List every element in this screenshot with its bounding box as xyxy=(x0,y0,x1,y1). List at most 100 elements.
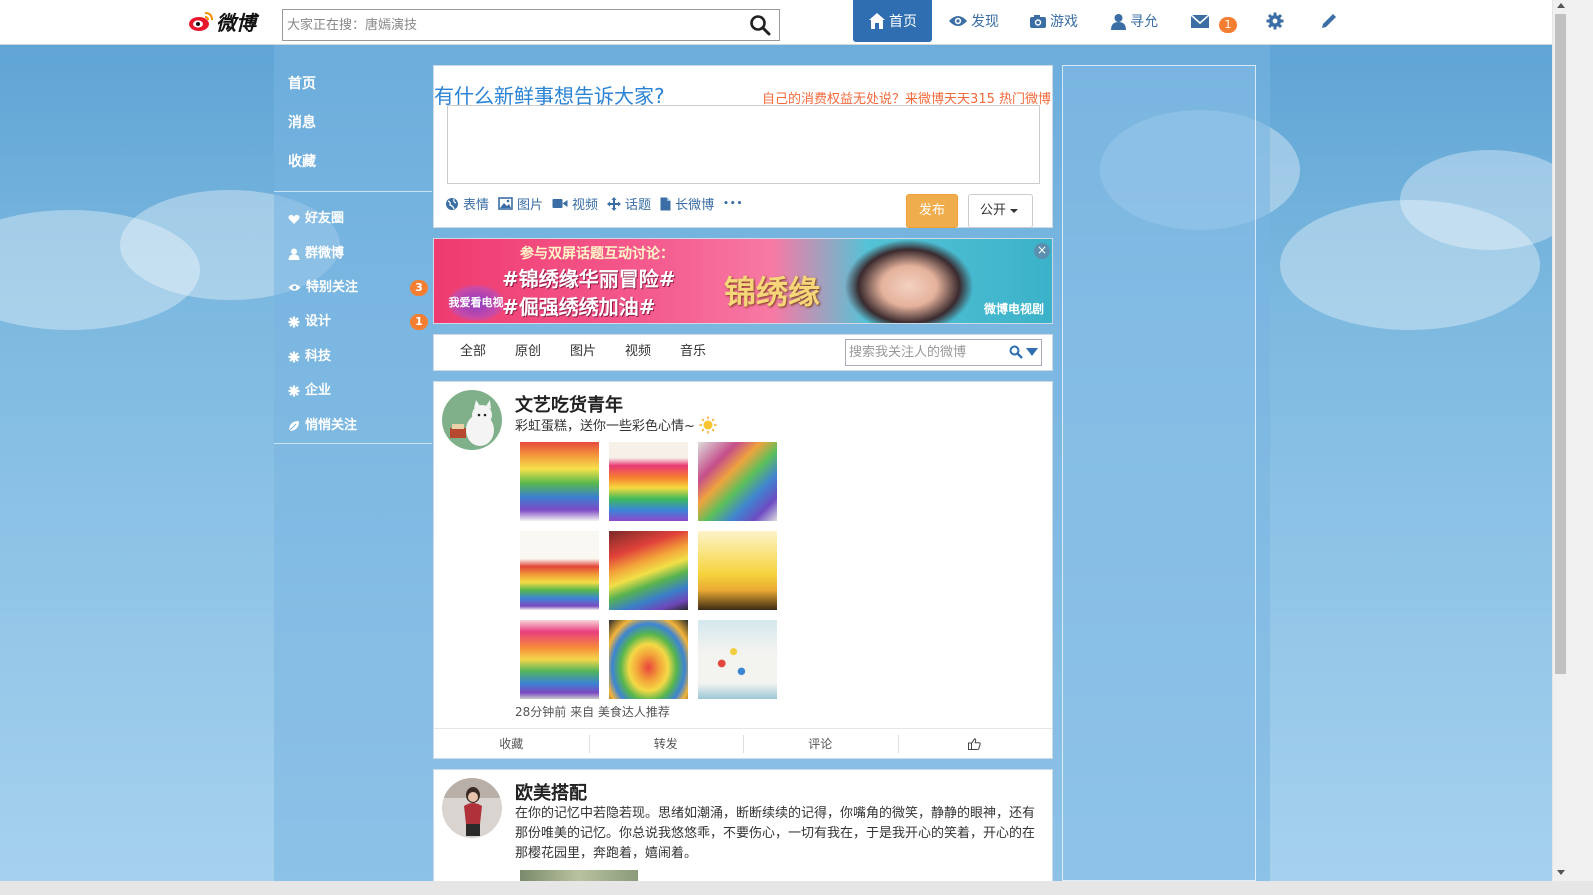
sidebar-item-special-follow[interactable]: 特别关注 3 xyxy=(274,271,432,305)
sidebar-item-tech[interactable]: 科技 xyxy=(274,340,432,374)
comment-button[interactable]: 评论 xyxy=(743,729,898,758)
tab-images[interactable]: 图片 xyxy=(570,335,596,370)
tool-long-weibo[interactable]: 长微博 xyxy=(660,194,714,213)
image-icon xyxy=(498,197,513,210)
user-icon xyxy=(1111,13,1126,30)
post-image[interactable] xyxy=(520,442,599,521)
post-actions: 收藏 转发 评论 xyxy=(434,728,1052,758)
tool-topic-label: 话题 xyxy=(625,198,652,213)
sidebar-item-label: 企业 xyxy=(305,383,332,399)
cat-avatar-icon xyxy=(442,390,502,450)
leaf-icon xyxy=(288,420,299,431)
scroll-down-arrow-icon[interactable] xyxy=(1557,870,1565,875)
right-sidebar xyxy=(1062,65,1256,881)
post-text-content: 彩虹蛋糕，送你一些彩色心情~ xyxy=(515,419,695,434)
nav-game[interactable]: 游戏 xyxy=(1029,0,1078,42)
sidebar-divider xyxy=(274,191,432,192)
nav-home-label: 首页 xyxy=(889,14,917,30)
tool-emoji[interactable]: 表情 xyxy=(445,194,489,213)
tab-original[interactable]: 原创 xyxy=(515,335,541,370)
feed-post: 文艺吃货青年 彩虹蛋糕，送你一些彩色心情~ 28分钟前 来自 美食达人推荐 收藏… xyxy=(433,381,1053,759)
tab-video[interactable]: 视频 xyxy=(625,335,651,370)
chevron-down-icon xyxy=(1026,348,1038,356)
nav-write[interactable] xyxy=(1320,0,1341,42)
sidebar-item-enterprise[interactable]: 企业 xyxy=(274,374,432,408)
sidebar-item-label: 特别关注 xyxy=(306,279,359,295)
global-search xyxy=(282,9,780,41)
post-image[interactable] xyxy=(609,620,688,699)
post-text: 在你的记忆中若隐若现。思绪如潮涌，断断续续的记得，你嘴角的微笑，静静的眼神，还有… xyxy=(515,806,1036,861)
feed-search-controls[interactable] xyxy=(1009,345,1038,359)
post-image[interactable] xyxy=(698,620,777,699)
repost-button[interactable]: 转发 xyxy=(588,729,744,758)
sidebar-item-design[interactable]: 设计 1 xyxy=(274,305,432,339)
like-button[interactable] xyxy=(897,729,1053,758)
post-meta: 28分钟前 来自 美食达人推荐 xyxy=(515,705,670,719)
nav-home[interactable]: 首页 xyxy=(853,0,932,42)
tab-music[interactable]: 音乐 xyxy=(680,335,706,370)
post-author[interactable]: 文艺吃货青年 xyxy=(515,391,623,417)
design-badge: 1 xyxy=(410,314,428,331)
favorite-button[interactable]: 收藏 xyxy=(434,729,589,758)
scrollbar-thumb[interactable] xyxy=(1555,14,1566,674)
scroll-up-arrow-icon[interactable] xyxy=(1557,3,1565,8)
weibo-logo[interactable]: 微博 xyxy=(188,6,256,36)
promo-banner[interactable]: 参与双屏话题互动讨论： #锦绣缘华丽冒险# #倔强绣绣加油# 锦绣缘 我爱看电视… xyxy=(433,238,1053,324)
tab-all[interactable]: 全部 xyxy=(460,335,486,370)
post-image[interactable] xyxy=(609,531,688,610)
post-image[interactable] xyxy=(698,531,777,610)
nav-find-label: 寻允 xyxy=(1130,14,1158,30)
tool-image-label: 图片 xyxy=(517,198,544,213)
vertical-scrollbar[interactable] xyxy=(1552,0,1568,881)
banner-portrait xyxy=(844,239,974,323)
close-icon[interactable]: × xyxy=(1034,243,1050,259)
sidebar-item-friends-circle[interactable]: 好友圈 xyxy=(274,202,432,236)
tool-long-weibo-label: 长微博 xyxy=(675,198,715,213)
feed-search-input[interactable] xyxy=(846,340,996,365)
post-image[interactable] xyxy=(520,531,599,610)
banner-show-logo: 锦绣缘 xyxy=(724,273,821,311)
search-icon xyxy=(1009,345,1023,359)
post-author[interactable]: 欧美搭配 xyxy=(515,779,587,805)
top-bar: 微博 首页 发现 游戏 寻允 1 xyxy=(0,0,1568,45)
eye-icon xyxy=(288,284,301,292)
sidebar-item-home[interactable]: 首页 xyxy=(274,60,432,99)
post-text: 彩虹蛋糕，送你一些彩色心情~ xyxy=(515,416,717,437)
tool-topic[interactable]: 话题 xyxy=(607,194,651,213)
post-image[interactable] xyxy=(698,442,777,521)
tool-video[interactable]: 视频 xyxy=(552,194,598,213)
nav-discover[interactable]: 发现 xyxy=(948,0,999,42)
mail-icon xyxy=(1190,13,1210,28)
post-textarea[interactable] xyxy=(447,105,1040,184)
user-icon xyxy=(288,248,300,260)
banner-headline: 参与双屏话题互动讨论： xyxy=(520,246,674,262)
tool-image[interactable]: 图片 xyxy=(498,194,543,213)
sidebar-item-label: 设计 xyxy=(305,314,332,330)
sidebar-item-messages[interactable]: 消息 xyxy=(274,99,432,138)
avatar[interactable] xyxy=(442,778,502,838)
globe-icon xyxy=(446,197,458,210)
special-follow-badge: 3 xyxy=(410,279,428,296)
nav-mail[interactable]: 1 xyxy=(1190,0,1237,42)
post-image[interactable] xyxy=(609,442,688,521)
pencil-icon xyxy=(1322,14,1336,28)
video-camera-icon xyxy=(552,199,568,208)
asterisk-icon xyxy=(288,351,300,363)
search-icon[interactable] xyxy=(749,14,771,36)
nav-settings[interactable] xyxy=(1266,0,1287,42)
nav-find[interactable]: 寻允 xyxy=(1110,0,1158,42)
avatar[interactable] xyxy=(442,390,502,450)
post-image[interactable] xyxy=(520,620,599,699)
thumbs-up-icon xyxy=(968,738,981,750)
sidebar-item-favorites[interactable]: 收藏 xyxy=(274,138,432,177)
tool-more[interactable]: ••• xyxy=(723,199,743,209)
publish-button[interactable]: 发布 xyxy=(906,194,958,228)
search-input[interactable] xyxy=(283,10,733,40)
sidebar-item-quiet-follow[interactable]: 悄悄关注 xyxy=(274,408,432,442)
sidebar-item-group-weibo[interactable]: 群微博 xyxy=(274,236,432,270)
visibility-dropdown[interactable]: 公开 xyxy=(968,194,1033,228)
document-icon xyxy=(660,197,671,210)
mail-badge: 1 xyxy=(1219,17,1237,33)
banner-hashtag: #倔强绣绣加油# xyxy=(502,295,656,319)
nav-discover-label: 发现 xyxy=(971,14,999,30)
